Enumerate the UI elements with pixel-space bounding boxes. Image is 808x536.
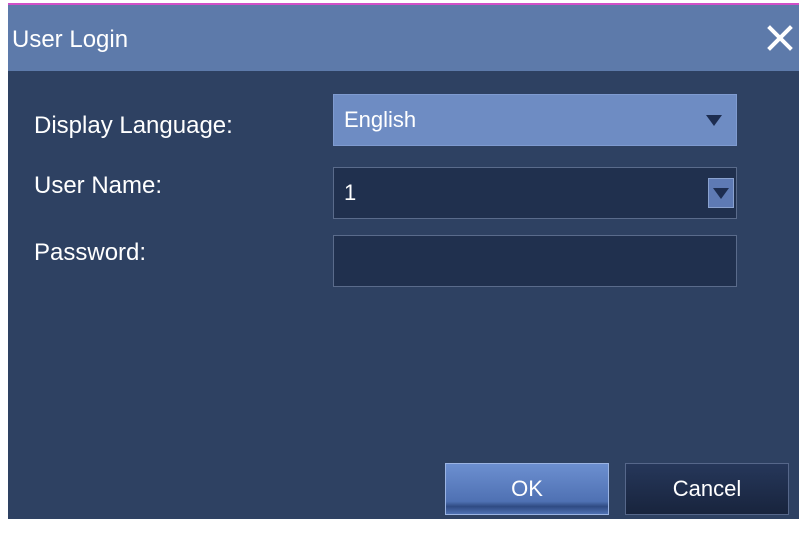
user-name-dropdown-button[interactable] xyxy=(708,178,734,208)
chevron-down-icon xyxy=(706,115,722,126)
close-icon xyxy=(767,25,793,51)
login-dialog: User Login Display Language: English Use… xyxy=(8,3,799,519)
display-language-label: Display Language: xyxy=(34,112,233,139)
user-name-select[interactable]: 1 xyxy=(333,167,737,219)
cancel-button[interactable]: Cancel xyxy=(625,463,789,515)
title-bar: User Login xyxy=(8,5,799,71)
dialog-title: User Login xyxy=(12,26,129,53)
chevron-down-icon xyxy=(713,188,729,199)
user-name-value: 1 xyxy=(344,180,357,205)
ok-button[interactable]: OK xyxy=(445,463,609,515)
close-button[interactable] xyxy=(765,23,795,53)
user-name-label: User Name: xyxy=(34,172,163,199)
display-language-value: English xyxy=(344,107,417,132)
password-input[interactable] xyxy=(334,236,736,286)
password-label: Password: xyxy=(34,239,147,266)
display-language-select[interactable]: English xyxy=(333,94,737,146)
password-field-box xyxy=(333,235,737,287)
